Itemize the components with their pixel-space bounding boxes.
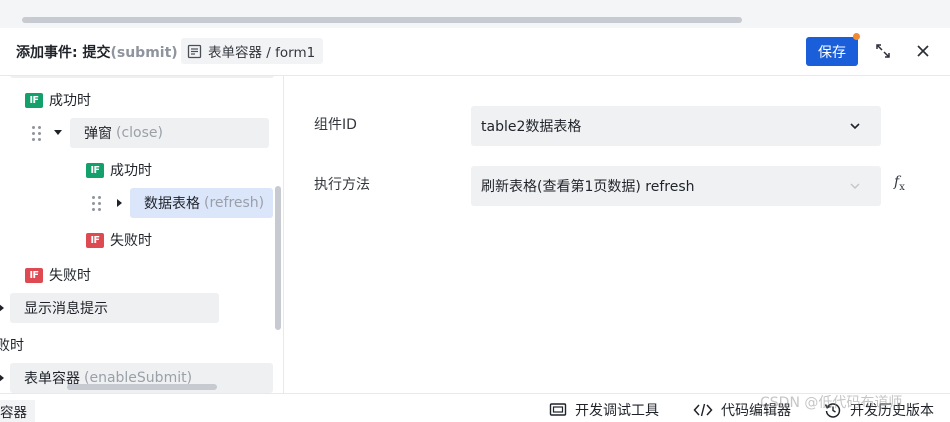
component-id-select[interactable]: table2数据表格: [471, 106, 881, 146]
drag-handle-icon[interactable]: [32, 125, 42, 141]
footer-tag-text: 容器: [0, 405, 27, 421]
tree-node-partial: [10, 76, 274, 78]
method-select[interactable]: 刷新表格(查看第1页数据) refresh: [471, 166, 881, 206]
debug-tool-label: 开发调试工具: [575, 403, 659, 419]
dialog-title-sub: (submit): [110, 45, 178, 61]
expand-icon[interactable]: [873, 41, 893, 61]
tree-node-fail-inner[interactable]: IF 失败时: [86, 230, 152, 250]
if-badge: IF: [86, 232, 104, 248]
tree-node-success-inner[interactable]: IF 成功时: [86, 160, 152, 180]
tree-node-label: 成功时: [49, 93, 91, 109]
unsaved-dot: [853, 33, 860, 40]
tree-node-label: 失败时: [49, 268, 91, 284]
if-badge: IF: [25, 267, 43, 283]
document-icon: [187, 44, 202, 59]
monitor-icon: [549, 403, 567, 416]
if-badge: IF: [25, 92, 43, 108]
watermark-text: CSDN @低代码布道师: [760, 395, 903, 411]
tree-node-label: 败时: [0, 338, 24, 354]
tree-node-label: 弹窗: [84, 126, 112, 142]
if-badge: IF: [86, 162, 104, 178]
tree-horizontal-scrollbar[interactable]: [67, 384, 217, 390]
component-id-label: 组件ID: [314, 117, 357, 133]
method-label: 执行方法: [314, 177, 370, 193]
tree-vertical-scrollbar[interactable]: [275, 186, 281, 330]
component-id-value: table2数据表格: [481, 119, 582, 135]
tree-node-label: 成功时: [110, 163, 152, 179]
top-scrollbar-thumb[interactable]: [22, 17, 742, 23]
tree-node-success-top[interactable]: IF 成功时: [25, 90, 91, 110]
dialog-title-main: 添加事件: 提交: [16, 45, 111, 61]
dialog-title: 添加事件: 提交(submit): [16, 42, 178, 62]
dialog-header: 添加事件: 提交(submit) 表单容器 / form1 保存: [0, 28, 950, 76]
footer-tag[interactable]: 容器: [0, 400, 35, 422]
caret-down-icon[interactable]: [53, 127, 63, 137]
breadcrumb-text: 表单容器 / form1: [208, 45, 316, 61]
tree-node-hint: (refresh): [204, 195, 265, 211]
save-button[interactable]: 保存: [806, 37, 858, 66]
event-tree-panel: IF 成功时 弹窗 (close) IF 成功时 数据表格 (refresh) IF…: [0, 76, 284, 393]
caret-right-icon[interactable]: [0, 373, 6, 383]
drag-handle-icon[interactable]: [92, 195, 102, 211]
chevron-down-icon: [850, 123, 860, 130]
caret-right-icon[interactable]: [0, 303, 6, 313]
formula-icon[interactable]: fx: [894, 174, 905, 193]
breadcrumb: 表单容器 / form1: [181, 38, 324, 64]
tree-node-fail-partial[interactable]: 败时: [0, 335, 24, 355]
top-scrollbar-track[interactable]: [0, 0, 950, 28]
caret-right-icon[interactable]: [114, 198, 124, 208]
tree-node-modal[interactable]: 弹窗 (close): [70, 118, 269, 148]
tree-node-fail-outer[interactable]: IF 失败时: [25, 265, 91, 285]
tree-node-label: 显示消息提示: [24, 301, 108, 317]
tree-node-hint: (close): [116, 125, 163, 141]
close-icon[interactable]: [913, 41, 933, 61]
tree-node-label: 数据表格: [144, 196, 200, 212]
code-icon: [693, 403, 713, 417]
tree-node-table[interactable]: 数据表格 (refresh): [130, 188, 273, 218]
tree-node-toast[interactable]: 显示消息提示: [10, 293, 219, 323]
tree-node-label: 失败时: [110, 233, 152, 249]
method-value: 刷新表格(查看第1页数据) refresh: [481, 179, 695, 195]
chevron-down-icon: [850, 183, 860, 189]
debug-tool-button[interactable]: 开发调试工具: [549, 400, 659, 420]
